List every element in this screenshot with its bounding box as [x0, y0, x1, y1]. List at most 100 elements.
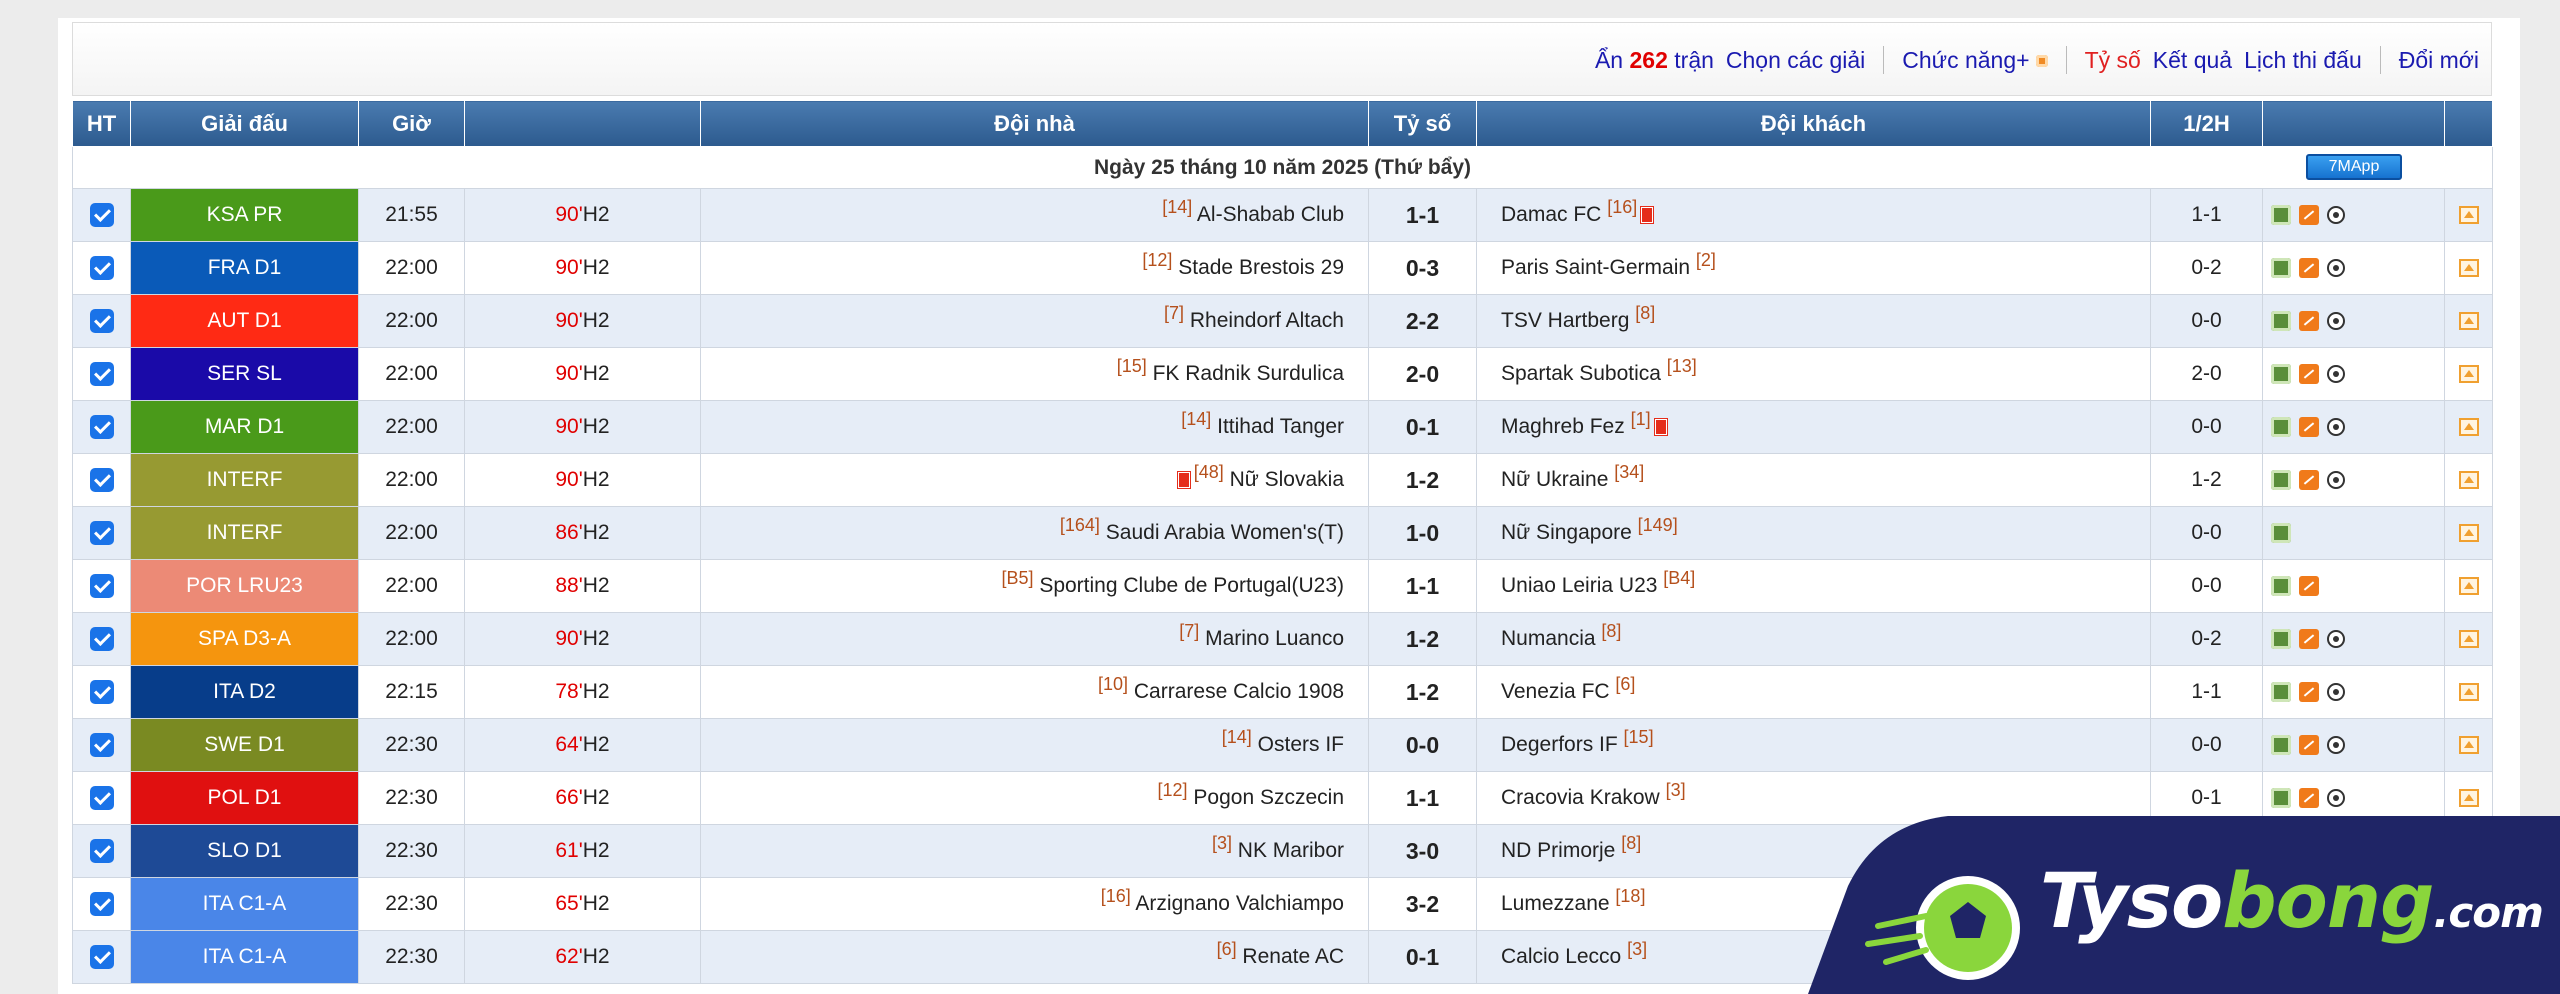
- away-team[interactable]: Calcio Lecco: [1501, 945, 1621, 968]
- match-row[interactable]: SWE D1 22:30 64'H2 [14] Osters IF 0-0 Degerfo…: [72, 718, 2493, 772]
- row-checkbox[interactable]: [89, 574, 114, 599]
- expand-arrow-icon[interactable]: [2458, 365, 2479, 384]
- soccer-ball-icon[interactable]: [2327, 365, 2345, 384]
- 7mapp-button[interactable]: 7MApp: [2306, 154, 2402, 180]
- match-row[interactable]: SPA D3-A 22:00 90'H2 [7] Marino Luanco 1-2 Nu…: [72, 612, 2493, 666]
- league-badge[interactable]: SER SL: [130, 347, 359, 401]
- match-row[interactable]: POR LRU23 22:00 88'H2 [B5] Sporting Clube d…: [72, 559, 2493, 613]
- expand-arrow-icon[interactable]: [2458, 683, 2479, 702]
- expand-arrow-icon[interactable]: [2458, 206, 2479, 225]
- soccer-ball-icon[interactable]: [2327, 789, 2345, 808]
- league-badge[interactable]: AUT D1: [130, 294, 359, 348]
- away-team[interactable]: Venezia FC: [1501, 680, 1610, 703]
- away-team-cell[interactable]: Numancia [8]: [1476, 612, 2151, 666]
- stats-icon[interactable]: [2271, 576, 2291, 597]
- expand-arrow-icon[interactable]: [2458, 312, 2479, 331]
- stats-icon[interactable]: [2271, 735, 2291, 756]
- home-team[interactable]: Osters IF: [1258, 733, 1344, 756]
- home-team-cell[interactable]: [14] Al-Shabab Club: [700, 188, 1369, 242]
- away-team-cell[interactable]: Degerfors IF [15]: [1476, 718, 2151, 772]
- home-team-cell[interactable]: [12] Stade Brestois 29: [700, 241, 1369, 295]
- results-tab[interactable]: Kết quả: [2153, 47, 2232, 74]
- odds-trend-icon[interactable]: [2299, 258, 2319, 279]
- match-row[interactable]: KSA PR 21:55 90'H2 [14] Al-Shabab Club 1-1 Da…: [72, 188, 2493, 242]
- away-team-cell[interactable]: Damac FC [16]: [1476, 188, 2151, 242]
- match-row[interactable]: ITA D2 22:15 78'H2 [10] Carrarese Calcio 19…: [72, 665, 2493, 719]
- home-team-cell[interactable]: [12] Pogon Szczecin: [700, 771, 1369, 825]
- away-team[interactable]: Uniao Leiria U23: [1501, 574, 1657, 597]
- row-checkbox[interactable]: [89, 203, 114, 228]
- expand-arrow-icon[interactable]: [2458, 418, 2479, 437]
- stats-icon[interactable]: [2271, 258, 2291, 279]
- match-row[interactable]: INTERF 22:00 90'H2 [48] Nữ Slovakia 1-2 Nữ Uk…: [72, 453, 2493, 507]
- odds-trend-icon[interactable]: [2299, 470, 2319, 491]
- home-team-cell[interactable]: [164] Saudi Arabia Women's(T): [700, 506, 1369, 560]
- league-badge[interactable]: ITA C1-A: [130, 877, 359, 931]
- match-score[interactable]: 0-3: [1368, 241, 1477, 295]
- away-team[interactable]: Nữ Singapore: [1501, 521, 1632, 544]
- home-team[interactable]: Stade Brestois 29: [1178, 256, 1344, 279]
- choose-leagues-link[interactable]: Chọn các giải: [1726, 47, 1865, 74]
- away-team[interactable]: Nữ Ukraine: [1501, 468, 1608, 491]
- away-team[interactable]: Cracovia Krakow: [1501, 786, 1660, 809]
- away-team-cell[interactable]: Uniao Leiria U23 [B4]: [1476, 559, 2151, 613]
- stats-icon[interactable]: [2271, 417, 2291, 438]
- stats-icon[interactable]: [2271, 523, 2291, 544]
- match-score[interactable]: 1-1: [1368, 771, 1477, 825]
- home-team[interactable]: Al-Shabab Club: [1197, 203, 1344, 226]
- match-score[interactable]: 1-1: [1368, 188, 1477, 242]
- header-ht[interactable]: HT: [72, 100, 131, 147]
- home-team[interactable]: Saudi Arabia Women's(T): [1106, 521, 1344, 544]
- home-team[interactable]: Nữ Slovakia: [1230, 468, 1344, 491]
- home-team[interactable]: Arzignano Valchiampo: [1135, 892, 1344, 915]
- odds-trend-icon[interactable]: [2299, 682, 2319, 703]
- away-team[interactable]: Paris Saint-Germain: [1501, 256, 1690, 279]
- home-team-cell[interactable]: [10] Carrarese Calcio 1908: [700, 665, 1369, 719]
- away-team[interactable]: TSV Hartberg: [1501, 309, 1629, 332]
- odds-trend-icon[interactable]: [2299, 205, 2319, 226]
- match-score[interactable]: 1-1: [1368, 559, 1477, 613]
- league-badge[interactable]: ITA C1-A: [130, 930, 359, 984]
- league-badge[interactable]: POR LRU23: [130, 559, 359, 613]
- away-team-cell[interactable]: Nữ Ukraine [34]: [1476, 453, 2151, 507]
- odds-trend-icon[interactable]: [2299, 735, 2319, 756]
- header-away[interactable]: Đội khách: [1476, 100, 2151, 147]
- home-team[interactable]: Ittihad Tanger: [1217, 415, 1344, 438]
- league-badge[interactable]: POL D1: [130, 771, 359, 825]
- row-checkbox[interactable]: [89, 362, 114, 387]
- home-team[interactable]: Renate AC: [1242, 945, 1344, 968]
- stats-icon[interactable]: [2271, 788, 2291, 809]
- schedule-tab[interactable]: Lịch thi đấu: [2244, 47, 2362, 74]
- home-team[interactable]: FK Radnik Surdulica: [1153, 362, 1344, 385]
- home-team-cell[interactable]: [6] Renate AC: [700, 930, 1369, 984]
- soccer-ball-icon[interactable]: [2327, 312, 2345, 331]
- soccer-ball-icon[interactable]: [2327, 418, 2345, 437]
- row-checkbox[interactable]: [89, 256, 114, 281]
- stats-icon[interactable]: [2271, 311, 2291, 332]
- stats-icon[interactable]: [2271, 470, 2291, 491]
- away-team[interactable]: Damac FC: [1501, 203, 1601, 226]
- header-league[interactable]: Giải đấu: [130, 100, 359, 147]
- match-row[interactable]: MAR D1 22:00 90'H2 [14] Ittihad Tanger 0-1 Ma…: [72, 400, 2493, 454]
- stats-icon[interactable]: [2271, 682, 2291, 703]
- away-team-cell[interactable]: TSV Hartberg [8]: [1476, 294, 2151, 348]
- soccer-ball-icon[interactable]: [2327, 471, 2345, 490]
- soccer-ball-icon[interactable]: [2327, 206, 2345, 225]
- away-team-cell[interactable]: Spartak Subotica [13]: [1476, 347, 2151, 401]
- match-row[interactable]: AUT D1 22:00 90'H2 [7] Rheindorf Altach 2-2 T…: [72, 294, 2493, 348]
- home-team-cell[interactable]: [14] Ittihad Tanger: [700, 400, 1369, 454]
- match-score[interactable]: 1-2: [1368, 665, 1477, 719]
- home-team-cell[interactable]: [7] Marino Luanco: [700, 612, 1369, 666]
- home-team-cell[interactable]: [14] Osters IF: [700, 718, 1369, 772]
- match-score[interactable]: 1-2: [1368, 453, 1477, 507]
- match-row[interactable]: INTERF 22:00 86'H2 [164] Saudi Arabia Women…: [72, 506, 2493, 560]
- away-team[interactable]: ND Primorje: [1501, 839, 1615, 862]
- league-badge[interactable]: INTERF: [130, 506, 359, 560]
- odds-trend-icon[interactable]: [2299, 788, 2319, 809]
- header-home[interactable]: Đội nhà: [700, 100, 1369, 147]
- odds-trend-icon[interactable]: [2299, 364, 2319, 385]
- match-score[interactable]: 3-0: [1368, 824, 1477, 878]
- home-team-cell[interactable]: [7] Rheindorf Altach: [700, 294, 1369, 348]
- stats-icon[interactable]: [2271, 205, 2291, 226]
- header-time[interactable]: Giờ: [358, 100, 465, 147]
